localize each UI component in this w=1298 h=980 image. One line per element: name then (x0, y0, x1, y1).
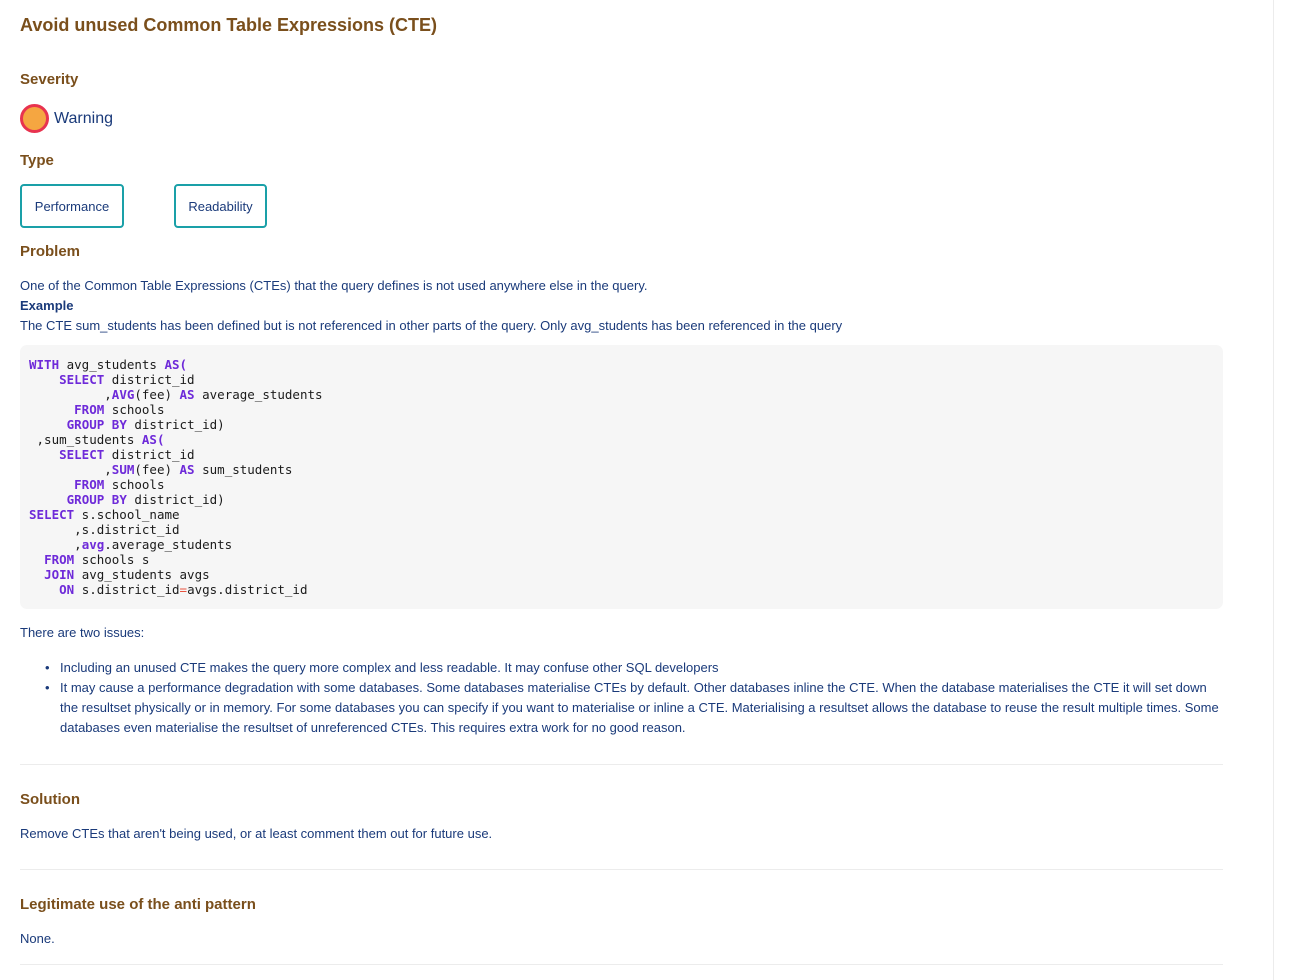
sql-keyword: avg (81, 537, 105, 552)
sql-keyword: AS( (164, 357, 188, 372)
code-line: ON s.district_id=avgs.district_id (29, 582, 1214, 597)
legitimate-use-heading: Legitimate use of the anti pattern (20, 896, 256, 913)
sql-keyword: AS (179, 462, 195, 477)
sql-keyword: SELECT (59, 447, 105, 462)
severity-heading: Severity (20, 71, 79, 88)
sql-token: schools (104, 477, 165, 492)
solution-text: Remove CTEs that aren't being used, or a… (20, 826, 493, 841)
page-title: Avoid unused Common Table Expressions (C… (20, 15, 438, 35)
code-line: ,sum_students AS( (29, 432, 1214, 447)
sql-keyword: GROUP BY (66, 492, 127, 507)
code-line: SELECT district_id (29, 447, 1214, 462)
code-line: SELECT district_id (29, 372, 1214, 387)
sql-keyword: GROUP BY (66, 417, 127, 432)
sql-token: s.school_name (74, 507, 180, 522)
type-heading: Type (20, 152, 54, 169)
problem-heading: Problem (20, 243, 81, 260)
sql-token: s.district_id (74, 582, 180, 597)
sql-token: district_id (104, 447, 195, 462)
sql-keyword: JOIN (44, 567, 75, 582)
issue-item: Including an unused CTE makes the query … (40, 658, 1223, 678)
sql-token: (fee) (134, 387, 180, 402)
legitimate-use-text: None. (20, 931, 55, 946)
sql-token: avg_students avgs (74, 567, 210, 582)
code-line: FROM schools (29, 477, 1214, 492)
sql-token: , (29, 537, 82, 552)
issues-intro: There are two issues: (20, 625, 145, 640)
code-line: JOIN avg_students avgs (29, 567, 1214, 582)
section-divider (20, 764, 1223, 765)
sql-token: average_students (194, 387, 323, 402)
section-divider (20, 964, 1223, 965)
issue-item: It may cause a performance degradation w… (40, 678, 1223, 738)
sql-token: district_id) (126, 492, 225, 507)
sql-token: sum_students (194, 462, 293, 477)
example-label: Example (20, 298, 74, 313)
code-line: SELECT s.school_name (29, 507, 1214, 522)
code-line: FROM schools (29, 402, 1214, 417)
sql-keyword: AVG (111, 387, 135, 402)
sql-token: district_id) (126, 417, 225, 432)
severity-indicator: Warning (20, 104, 113, 133)
sql-operator: = (179, 582, 188, 597)
right-panel-divider (1273, 0, 1274, 980)
sql-keyword: AS( (141, 432, 165, 447)
sql-keyword: WITH (29, 357, 60, 372)
type-tag-performance[interactable]: Performance (20, 184, 124, 228)
sql-keyword: FROM (74, 477, 105, 492)
sql-token: , (29, 462, 112, 477)
solution-heading: Solution (20, 791, 80, 808)
sql-keyword: AS (179, 387, 195, 402)
sql-token: avgs.district_id (187, 582, 308, 597)
type-tags: Performance Readability (20, 184, 267, 228)
type-tag-readability[interactable]: Readability (174, 184, 267, 228)
sql-token: ,sum_students (29, 432, 142, 447)
sql-code-example: WITH avg_students AS( SELECT district_id… (20, 345, 1223, 609)
issues-list: Including an unused CTE makes the query … (40, 658, 1223, 738)
sql-token: district_id (104, 372, 195, 387)
sql-token: schools (104, 402, 165, 417)
sql-keyword: SELECT (59, 372, 105, 387)
sql-keyword: SUM (111, 462, 135, 477)
warning-circle-icon (20, 104, 49, 133)
code-line: ,s.district_id (29, 522, 1214, 537)
code-line: ,avg.average_students (29, 537, 1214, 552)
sql-token: (fee) (134, 462, 180, 477)
sql-token: avg_students (59, 357, 165, 372)
code-line: GROUP BY district_id) (29, 492, 1214, 507)
sql-keyword: ON (59, 582, 75, 597)
code-line: ,SUM(fee) AS sum_students (29, 462, 1214, 477)
sql-keyword: FROM (74, 402, 105, 417)
severity-label: Warning (54, 109, 113, 127)
problem-description: One of the Common Table Expressions (CTE… (20, 278, 648, 293)
sql-token: .average_students (104, 537, 233, 552)
sql-token: schools s (74, 552, 150, 567)
sql-token: ,s.district_id (29, 522, 180, 537)
code-line: FROM schools s (29, 552, 1214, 567)
sql-keyword: FROM (44, 552, 75, 567)
code-line: GROUP BY district_id) (29, 417, 1214, 432)
code-line: ,AVG(fee) AS average_students (29, 387, 1214, 402)
example-text: The CTE sum_students has been defined bu… (20, 318, 843, 333)
sql-token: , (29, 387, 112, 402)
section-divider (20, 869, 1223, 870)
sql-keyword: SELECT (29, 507, 75, 522)
code-line: WITH avg_students AS( (29, 357, 1214, 372)
